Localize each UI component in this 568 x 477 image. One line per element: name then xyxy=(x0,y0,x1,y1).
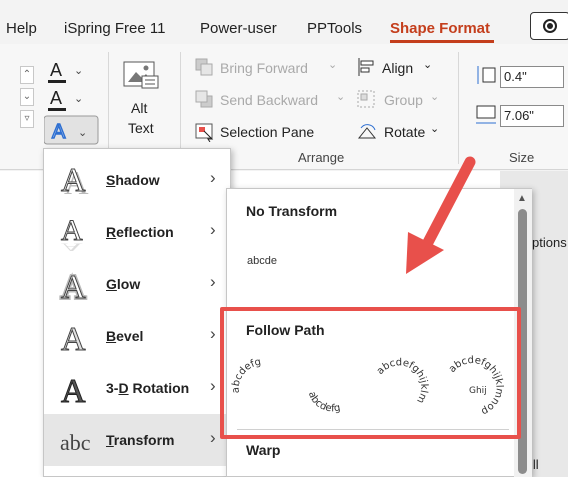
rotate-icon xyxy=(357,124,377,139)
chevron-right-icon: › xyxy=(210,376,216,395)
svg-text:⌄: ⌄ xyxy=(78,127,87,139)
svg-text:A: A xyxy=(61,373,86,410)
record-icon xyxy=(543,19,557,33)
options-pane-partial: ptions xyxy=(532,235,567,250)
bring-forward-button[interactable]: Bring Forward xyxy=(220,60,308,76)
svg-text:abc: abc xyxy=(60,430,91,455)
align-icon xyxy=(358,58,374,76)
chevron-right-icon: › xyxy=(210,272,216,291)
warp-heading: Warp xyxy=(246,442,281,458)
selection-pane-icon xyxy=(195,123,214,142)
menu-item-glow[interactable]: AA Glow › xyxy=(44,258,230,310)
text-format-buttons: A ⌄ A ⌄ A ⌄ xyxy=(44,60,99,145)
rotate-button[interactable]: Rotate xyxy=(384,124,425,140)
rotate-dropdown[interactable]: ⌄ xyxy=(430,122,439,135)
chevron-right-icon: › xyxy=(210,220,216,239)
svg-text:A: A xyxy=(61,269,86,306)
menu-item-transform[interactable]: abc Transform › xyxy=(44,414,230,466)
shape-height-icon xyxy=(477,66,496,84)
text-outline-icon: A ⌄ xyxy=(48,88,83,111)
alt-text-label-1[interactable]: Alt xyxy=(131,100,147,116)
menu-item-reflection[interactable]: AA Reflection › xyxy=(44,206,230,258)
transform-icon: abc xyxy=(60,430,91,455)
scroll-up-arrow-icon[interactable]: ▲ xyxy=(517,193,527,204)
svg-text:⌄: ⌄ xyxy=(74,65,83,77)
menu-item-shadow[interactable]: AA Shadow › xyxy=(44,154,230,206)
shape-width-icon xyxy=(476,105,496,124)
shape-height-input[interactable]: 0.4" xyxy=(500,66,564,88)
group-icon xyxy=(357,90,375,108)
chevron-right-icon: › xyxy=(210,324,216,343)
alt-text-label-2[interactable]: Text xyxy=(128,120,154,136)
menu-item-3d-rotation[interactable]: A 3-D Rotation › xyxy=(44,362,230,414)
3d-rotation-icon: A xyxy=(61,373,87,411)
send-backward-button[interactable]: Send Backward xyxy=(220,92,318,108)
align-dropdown[interactable]: ⌄ xyxy=(423,58,432,71)
group-button[interactable]: Group xyxy=(384,92,423,108)
text-effects-icon: A ⌄ xyxy=(44,115,99,145)
chevron-right-icon: › xyxy=(210,168,216,187)
separator xyxy=(458,52,459,164)
annotation-arrow-icon xyxy=(406,156,476,274)
svg-text:A: A xyxy=(61,241,83,254)
svg-text:⌄: ⌄ xyxy=(74,93,83,105)
align-button[interactable]: Align xyxy=(382,60,413,76)
bevel-icon: A xyxy=(61,321,87,359)
active-tab-indicator xyxy=(390,40,494,43)
tab-pptools[interactable]: PPTools xyxy=(307,20,362,37)
tab-shape-format[interactable]: Shape Format xyxy=(390,20,490,37)
chevron-right-icon: › xyxy=(210,428,216,447)
svg-text:A: A xyxy=(61,321,86,358)
text-fill-icon: A ⌄ xyxy=(48,60,83,83)
no-transform-heading: No Transform xyxy=(246,203,338,219)
svg-text:A: A xyxy=(50,60,62,80)
alt-text-icon[interactable] xyxy=(122,58,162,92)
send-backward-dropdown[interactable]: ⌄ xyxy=(336,90,345,103)
scroll-down-icon[interactable]: ⌄ xyxy=(20,88,34,106)
record-button[interactable] xyxy=(530,12,568,40)
svg-text:A: A xyxy=(52,121,66,143)
selection-pane-button[interactable]: Selection Pane xyxy=(220,124,314,140)
svg-text:A: A xyxy=(61,162,86,199)
no-transform-option[interactable]: abcde xyxy=(247,255,277,267)
group-dropdown[interactable]: ⌄ xyxy=(430,90,439,103)
tab-help[interactable]: Help xyxy=(6,20,37,37)
bring-forward-icon xyxy=(195,58,213,76)
scroll-up-icon[interactable]: ⌃ xyxy=(20,66,34,84)
more-styles-icon[interactable]: ▿ xyxy=(20,110,34,128)
send-backward-icon xyxy=(195,90,213,108)
shadow-icon: AA xyxy=(61,162,90,203)
glow-icon: AA xyxy=(59,267,88,306)
text-effects-menu: AA Shadow › AA Reflection › AA Glow › A … xyxy=(43,148,231,477)
bring-forward-dropdown[interactable]: ⌄ xyxy=(328,58,337,71)
tab-power-user[interactable]: Power-user xyxy=(200,20,277,37)
arrange-group-label: Arrange xyxy=(298,150,345,165)
size-group-label: Size xyxy=(509,150,535,165)
shape-width-input[interactable]: 7.06" xyxy=(500,105,564,127)
reflection-icon: AA xyxy=(61,214,84,255)
svg-text:A: A xyxy=(50,88,62,108)
ribbon-tab-bar: Help iSpring Free 11 Power-user PPTools … xyxy=(0,0,568,44)
menu-item-bevel[interactable]: A Bevel › xyxy=(44,310,230,362)
tab-ispring[interactable]: iSpring Free 11 xyxy=(64,20,165,37)
highlight-box xyxy=(220,307,521,439)
